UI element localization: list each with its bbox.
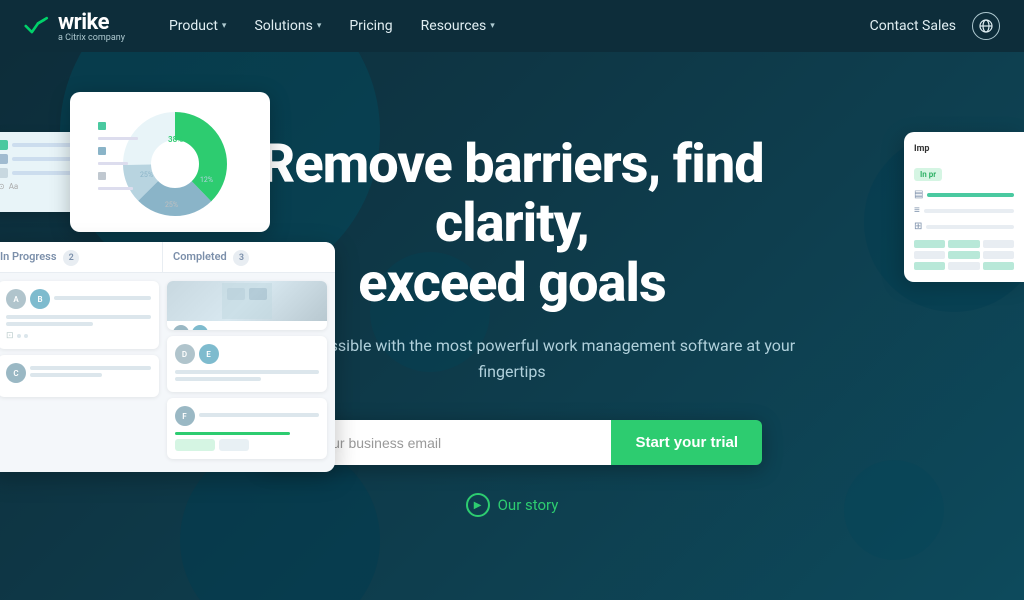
grid-cell (948, 262, 979, 270)
completed-lane: D E F (167, 281, 328, 459)
calendar-icon: ▤ (914, 189, 923, 200)
nav-item-product[interactable]: Product ▾ (157, 12, 238, 40)
hero-section: ⊙ Aa 38% 25% 12% 25% (0, 52, 1024, 600)
nav-right: Contact Sales (870, 12, 1000, 40)
logo[interactable]: wrike a Citrix company (24, 10, 125, 43)
style-card: ⊙ Aa (0, 132, 80, 212)
start-trial-button[interactable]: Start your trial (611, 420, 762, 465)
chevron-down-icon: ▾ (317, 21, 322, 31)
avatar: A (6, 289, 26, 309)
deco-circle-5 (844, 460, 944, 560)
nav-item-pricing[interactable]: Pricing (337, 12, 404, 40)
grid-cell (983, 240, 1014, 248)
svg-text:25%: 25% (165, 201, 178, 209)
kanban-col-inprogress: In Progress 2 (0, 242, 163, 272)
chevron-down-icon: ▾ (490, 21, 495, 31)
svg-text:12%: 12% (200, 176, 213, 184)
avatar: E (199, 344, 219, 364)
avatar: B (30, 289, 50, 309)
avatar (192, 325, 208, 330)
svg-text:38%: 38% (168, 135, 183, 144)
grid-cell (948, 240, 979, 248)
task-icon: ⊡ (6, 331, 14, 341)
panel-row: ≡ (914, 205, 1014, 216)
kanban-item: C (0, 355, 159, 397)
email-form: Start your trial (262, 420, 762, 465)
grid-cell (948, 251, 979, 259)
navbar: wrike a Citrix company Product ▾ Solutio… (0, 0, 1024, 52)
kanban-item: A B ⊡ (0, 281, 159, 349)
kanban-item: D E (167, 336, 328, 392)
panel-title: Imp (914, 144, 1014, 154)
grid-cell (914, 240, 945, 248)
avatar (173, 325, 189, 330)
right-ui-panel: Imp In pr ▤ ≡ ⊞ (904, 132, 1024, 282)
avatar: C (6, 363, 26, 383)
avatar: D (175, 344, 195, 364)
panel-row: ▤ (914, 189, 1014, 200)
kanban-item: F (167, 398, 328, 459)
in-progress-lane: A B ⊡ (0, 281, 159, 459)
grid-cell (983, 262, 1014, 270)
grid-cell (914, 262, 945, 270)
logo-subtitle: a Citrix company (58, 33, 125, 43)
kanban-body: A B ⊡ (0, 273, 335, 467)
chart-card: 38% 25% 12% 25% (70, 92, 270, 232)
panel-grid (914, 240, 1014, 270)
kanban-col-completed: Completed 3 (163, 242, 335, 272)
kanban-board: In Progress 2 Completed 3 A B (0, 242, 335, 472)
logo-wordmark: wrike (58, 10, 125, 35)
nav-item-resources[interactable]: Resources ▾ (409, 12, 507, 40)
grid-cell (914, 251, 945, 259)
contact-sales-link[interactable]: Contact Sales (870, 18, 956, 34)
svg-text:25%: 25% (140, 171, 153, 179)
language-selector[interactable] (972, 12, 1000, 40)
chevron-down-icon: ▾ (222, 21, 227, 31)
avatar: F (175, 406, 195, 426)
nav-item-solutions[interactable]: Solutions ▾ (242, 12, 333, 40)
task-image (167, 281, 328, 321)
kanban-item-image (167, 281, 328, 330)
status-badge: In pr (914, 168, 942, 181)
our-story-link[interactable]: ▶ Our story (222, 493, 802, 517)
list-icon: ≡ (914, 205, 920, 216)
grid-cell (983, 251, 1014, 259)
grid-icon: ⊞ (914, 221, 922, 232)
kanban-header: In Progress 2 Completed 3 (0, 242, 335, 273)
play-icon: ▶ (466, 493, 490, 517)
panel-row: ⊞ (914, 221, 1014, 232)
nav-links: Product ▾ Solutions ▾ Pricing Resources … (157, 12, 870, 40)
